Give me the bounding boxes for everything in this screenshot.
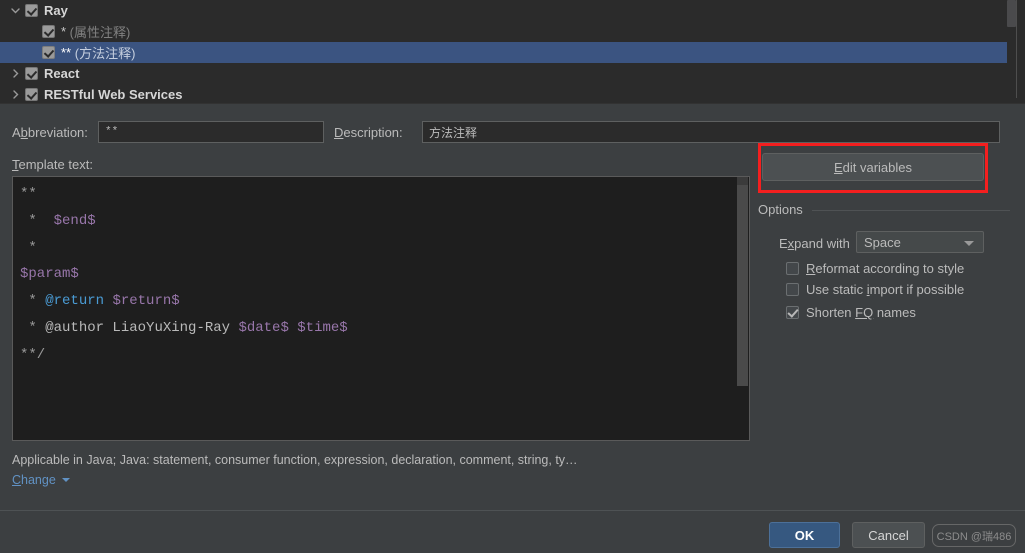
code-token: $date$: [238, 319, 289, 336]
applicable-context-text: Applicable in Java; Java: statement, con…: [12, 453, 578, 467]
tree-row-label: RESTful Web Services: [44, 87, 183, 102]
checkbox-shorten-fq-names[interactable]: Shorten FQ names: [786, 305, 916, 320]
footer-divider: [0, 510, 1025, 511]
change-label: Change: [12, 473, 56, 487]
expand-with-value: Space: [864, 234, 901, 250]
editor-line: * @author LiaoYuXing-Ray $date$ $time$: [20, 315, 348, 342]
editor-scrollbar-corner: [737, 177, 748, 185]
tree-scrollbar-thumb[interactable]: [1007, 0, 1016, 27]
checkbox-label: Shorten FQ names: [806, 305, 916, 320]
editor-line: * $end$: [20, 208, 348, 235]
templates-tree[interactable]: Ray * (属性注释) ** (方法注释) React RESTful Web Ser…: [0, 0, 1025, 104]
tree-row[interactable]: Ray: [0, 0, 1025, 21]
tree-scrollbar-gutter: [1016, 0, 1025, 98]
tree-row-note: (属性注释): [66, 25, 131, 40]
checkbox-label: Use static import if possible: [806, 282, 965, 297]
chevron-down-icon: [964, 241, 974, 246]
tree-row-checkbox[interactable]: [42, 25, 55, 38]
tree-row[interactable]: ** (方法注释): [0, 42, 1025, 63]
editor-scrollbar-thumb[interactable]: [737, 178, 748, 386]
description-label: Description:: [334, 125, 403, 140]
editor-line: **/: [20, 342, 348, 369]
csdn-watermark: CSDN @瑞486: [932, 524, 1016, 547]
chevron-down-icon: [61, 478, 70, 482]
checkbox-reformat-according-to-style[interactable]: Reformat according to style: [786, 261, 964, 276]
edit-variables-button[interactable]: Edit variables: [762, 153, 984, 181]
code-token: LiaoYuXing-Ray: [104, 319, 239, 336]
code-token: *: [20, 239, 37, 256]
options-section-title: Options: [758, 202, 803, 217]
ok-button[interactable]: OK: [769, 522, 840, 548]
live-templates-dialog: Ray * (属性注释) ** (方法注释) React RESTful Web Ser…: [0, 0, 1025, 553]
tree-row-checkbox[interactable]: [25, 67, 38, 80]
template-fields-row: Abbreviation: Description:: [0, 113, 1025, 147]
chevron-down-icon[interactable]: [8, 3, 23, 18]
editor-line: *: [20, 235, 348, 262]
editor-line: $param$: [20, 261, 348, 288]
template-text-label: Template text:: [12, 157, 93, 172]
abbreviation-input[interactable]: [98, 121, 324, 143]
checkbox-box: [786, 262, 799, 275]
tree-row-label: React: [44, 66, 80, 81]
editor-line: **: [20, 181, 348, 208]
code-token: @author: [45, 319, 105, 336]
code-token: @return: [45, 293, 105, 310]
change-context-link[interactable]: Change: [12, 473, 70, 487]
tree-row-checkbox[interactable]: [42, 46, 55, 59]
code-token: *: [20, 293, 46, 310]
tree-row-label: Ray: [44, 3, 68, 18]
cancel-button[interactable]: Cancel: [852, 522, 925, 548]
tree-row-note: (方法注释): [71, 46, 136, 61]
template-text-content[interactable]: ** * $end$ * $param$ * @return $return$ *…: [20, 181, 348, 369]
code-token: $return$: [112, 293, 180, 310]
edit-variables-label: Edit variables: [833, 159, 913, 175]
checkbox-use-static-import[interactable]: Use static import if possible: [786, 282, 964, 297]
description-input[interactable]: [422, 121, 1000, 143]
editor-line: * @return $return$: [20, 288, 348, 315]
tree-row[interactable]: * (属性注释): [0, 21, 1025, 42]
chevron-right-icon[interactable]: [8, 66, 23, 81]
tree-row-checkbox[interactable]: [25, 4, 38, 17]
tree-row-label: **: [61, 45, 72, 60]
checkbox-box: [786, 283, 799, 296]
abbreviation-label: Abbreviation:: [12, 125, 88, 140]
options-section-divider: [812, 210, 1010, 211]
chevron-right-icon[interactable]: [8, 87, 23, 102]
code-token: $end$: [53, 212, 96, 229]
code-token: $time$: [297, 319, 348, 336]
template-text-editor[interactable]: ** * $end$ * $param$ * @return $return$ *…: [12, 176, 750, 441]
expand-with-dropdown[interactable]: Space: [856, 231, 984, 253]
expand-with-label: Expand with: [779, 236, 850, 251]
tree-row[interactable]: React: [0, 63, 1025, 84]
checkbox-box: [786, 306, 799, 319]
code-token: *: [20, 212, 54, 229]
code-token: **: [20, 186, 37, 202]
tree-row[interactable]: RESTful Web Services: [0, 84, 1025, 103]
tree-row-checkbox[interactable]: [25, 88, 38, 101]
code-token: **/: [20, 346, 46, 363]
code-token: *: [20, 319, 46, 336]
code-token: $param$: [20, 266, 79, 283]
checkbox-label: Reformat according to style: [806, 261, 965, 276]
